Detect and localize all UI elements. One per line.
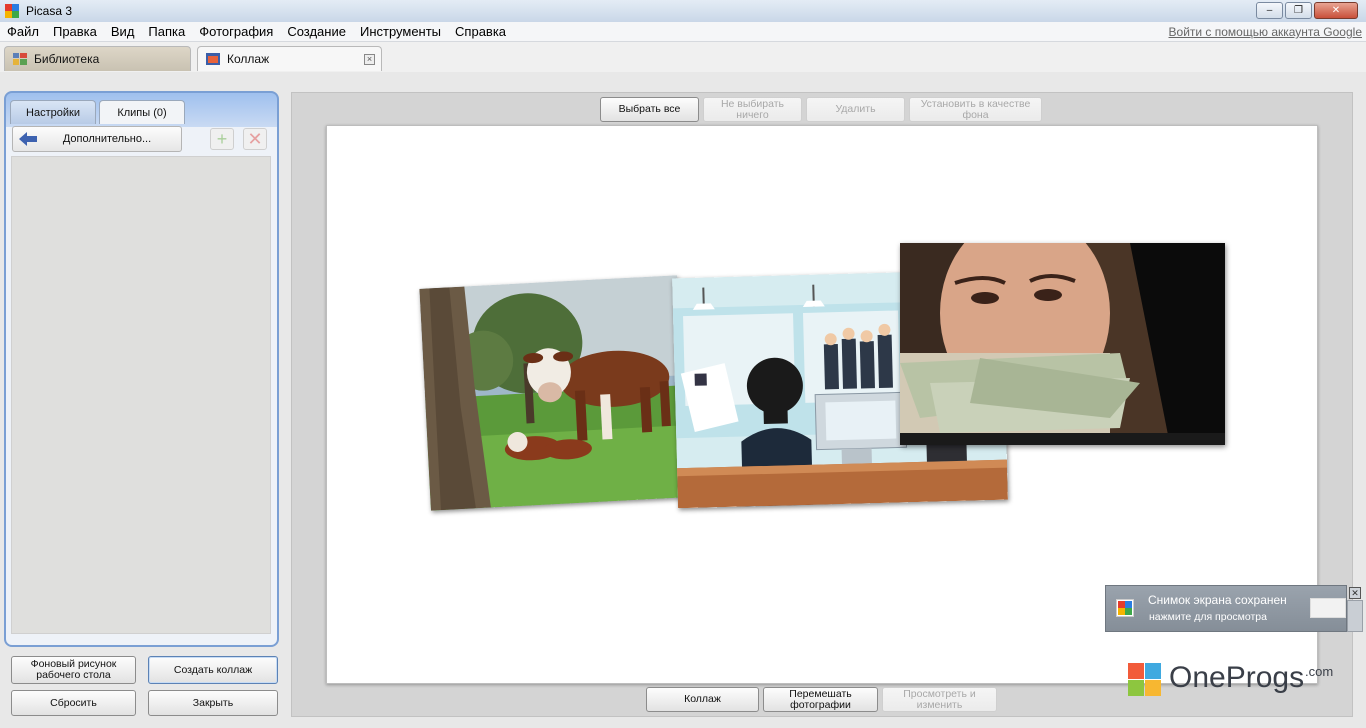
tab-collage-label: Коллаж bbox=[227, 52, 270, 66]
create-collage-button[interactable]: Создать коллаж bbox=[148, 656, 278, 684]
screenshot-thumbnail bbox=[1310, 598, 1346, 618]
menu-create[interactable]: Создание bbox=[280, 24, 353, 39]
minimize-button[interactable]: ‒ bbox=[1256, 2, 1283, 19]
collage-button[interactable]: Коллаж bbox=[646, 687, 759, 712]
collage-icon bbox=[206, 53, 220, 65]
select-all-button[interactable]: Выбрать все bbox=[600, 97, 699, 122]
window-title: Picasa 3 bbox=[26, 4, 73, 18]
oneprogs-logo-icon bbox=[1128, 663, 1162, 697]
title-bar: Picasa 3 ‒ ❐ ✕ bbox=[0, 0, 1366, 22]
menu-file[interactable]: Файл bbox=[0, 24, 46, 39]
close-notification-icon[interactable]: ✕ bbox=[1349, 587, 1361, 599]
more-button-label: Дополнительно... bbox=[62, 133, 152, 145]
notification-title: Снимок экрана сохранен bbox=[1148, 593, 1287, 607]
notification-menu-icon[interactable] bbox=[1347, 600, 1363, 632]
clips-list[interactable] bbox=[11, 156, 271, 634]
picasa-logo-icon bbox=[5, 4, 19, 18]
set-background-button[interactable]: Установить в качестве фона bbox=[909, 97, 1042, 122]
menu-bar: Файл Правка Вид Папка Фотография Создани… bbox=[0, 22, 1366, 42]
tab-collage[interactable]: Коллаж × bbox=[197, 46, 382, 71]
reset-button[interactable]: Сбросить bbox=[11, 690, 136, 716]
close-tab-icon[interactable]: × bbox=[364, 54, 375, 65]
menu-edit[interactable]: Правка bbox=[46, 24, 104, 39]
watermark-suffix: .com bbox=[1305, 664, 1334, 679]
shuffle-photos-button[interactable]: Перемешать фотографии bbox=[763, 687, 878, 712]
screenshot-saved-notification[interactable]: Снимок экрана сохранен нажмите для просм… bbox=[1105, 585, 1347, 632]
woman-money-image bbox=[900, 243, 1225, 445]
notification-subtitle: нажмите для просмотра bbox=[1149, 611, 1267, 623]
watermark-brand: OneProgs bbox=[1169, 661, 1305, 694]
menu-help[interactable]: Справка bbox=[448, 24, 513, 39]
menu-view[interactable]: Вид bbox=[104, 24, 142, 39]
tab-clips[interactable]: Клипы (0) bbox=[99, 100, 185, 124]
main-tabs-row: Библиотека Коллаж × bbox=[0, 42, 1366, 72]
close-button[interactable]: Закрыть bbox=[148, 690, 278, 716]
picasa-logo-icon bbox=[1116, 599, 1134, 617]
menu-folder[interactable]: Папка bbox=[141, 24, 192, 39]
select-none-button[interactable]: Не выбирать ничего bbox=[703, 97, 802, 122]
tab-library-label: Библиотека bbox=[34, 52, 100, 66]
tab-library[interactable]: Библиотека bbox=[4, 46, 191, 71]
cows-image bbox=[419, 275, 689, 511]
arrow-left-icon bbox=[13, 127, 43, 151]
add-clip-icon[interactable]: + bbox=[210, 128, 234, 150]
delete-button[interactable]: Удалить bbox=[806, 97, 905, 122]
clips-panel: Настройки Клипы (0) Дополнительно... + ✕ bbox=[4, 91, 279, 647]
library-icon bbox=[13, 53, 27, 65]
menu-tools[interactable]: Инструменты bbox=[353, 24, 448, 39]
google-signin-link[interactable]: Войти с помощью аккаунта Google bbox=[1169, 25, 1362, 39]
collage-photo-woman-money[interactable] bbox=[900, 243, 1225, 445]
collage-photo-cows[interactable] bbox=[419, 275, 689, 511]
close-window-button[interactable]: ✕ bbox=[1314, 2, 1358, 19]
tab-settings[interactable]: Настройки bbox=[10, 100, 96, 124]
restore-button[interactable]: ❐ bbox=[1285, 2, 1312, 19]
more-button[interactable]: Дополнительно... bbox=[12, 126, 182, 152]
view-edit-button[interactable]: Просмотреть и изменить bbox=[882, 687, 997, 712]
menu-photo[interactable]: Фотография bbox=[192, 24, 280, 39]
desktop-background-button[interactable]: Фоновый рисунок рабочего стола bbox=[11, 656, 136, 684]
remove-clip-icon[interactable]: ✕ bbox=[243, 128, 267, 150]
oneprogs-watermark: OneProgs .com bbox=[1128, 660, 1348, 700]
